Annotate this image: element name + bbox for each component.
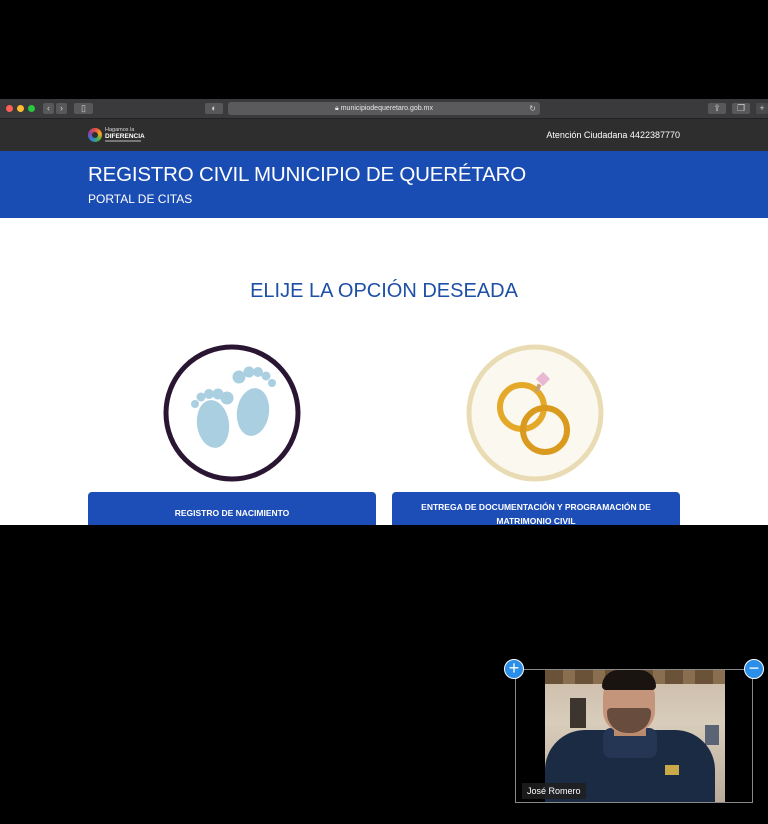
minimize-window-icon[interactable]	[17, 105, 24, 112]
privacy-shield-icon[interactable]: ◐	[205, 103, 223, 114]
wedding-rings-icon	[466, 344, 604, 482]
tabs-overview-icon[interactable]: ❐	[732, 103, 750, 114]
page-title: REGISTRO CIVIL MUNICIPIO DE QUERÉTARO	[88, 163, 526, 186]
url-text: municipiodequeretaro.gob.mx	[340, 105, 433, 112]
expand-video-button[interactable]: +	[504, 659, 524, 679]
reload-icon[interactable]: ↻	[529, 102, 536, 115]
close-window-icon[interactable]	[6, 105, 13, 112]
sidebar-icon[interactable]: ▯	[74, 103, 93, 114]
browser-window: ‹ › ▯ ◐ 🔒︎ municipiodequeretaro.gob.mx ↻…	[0, 99, 768, 525]
page-subtitle: PORTAL DE CITAS	[88, 192, 193, 206]
back-icon[interactable]: ‹	[43, 103, 54, 114]
video-call-tile[interactable]: José Romero	[515, 669, 753, 803]
zoom-window-icon[interactable]	[28, 105, 35, 112]
participant-name: José Romero	[522, 783, 586, 799]
share-icon[interactable]: ⇪	[708, 103, 726, 114]
logo-underline	[105, 140, 141, 142]
contact-phone: Atención Ciudadana 4422387770	[546, 130, 680, 140]
browser-toolbar: ‹ › ▯ ◐ 🔒︎ municipiodequeretaro.gob.mx ↻…	[0, 99, 768, 119]
forward-icon[interactable]: ›	[56, 103, 67, 114]
new-tab-icon[interactable]: +	[756, 103, 768, 114]
baby-feet-icon	[163, 344, 301, 482]
marriage-documentation-button[interactable]: ENTREGA DE DOCUMENTACIÓN Y PROGRAMACIÓN …	[392, 492, 680, 525]
hero-banner: REGISTRO CIVIL MUNICIPIO DE QUERÉTARO PO…	[0, 151, 768, 218]
birth-registration-button[interactable]: REGISTRO DE NACIMIENTO	[88, 492, 376, 525]
minimize-video-button[interactable]: −	[744, 659, 764, 679]
section-heading: ELIJE LA OPCIÓN DESEADA	[250, 280, 518, 302]
logo-line2: DIFERENCIA	[105, 133, 145, 140]
lock-icon: 🔒︎	[335, 105, 339, 112]
marriage-image[interactable]	[466, 344, 604, 482]
birth-registration-image[interactable]	[163, 344, 301, 482]
logo-ring-icon	[88, 128, 102, 142]
site-logo[interactable]: Hagamos la DIFERENCIA	[88, 126, 148, 146]
address-bar[interactable]: 🔒︎ municipiodequeretaro.gob.mx ↻	[228, 102, 540, 115]
site-top-bar: Hagamos la DIFERENCIA Atención Ciudadana…	[0, 119, 768, 151]
